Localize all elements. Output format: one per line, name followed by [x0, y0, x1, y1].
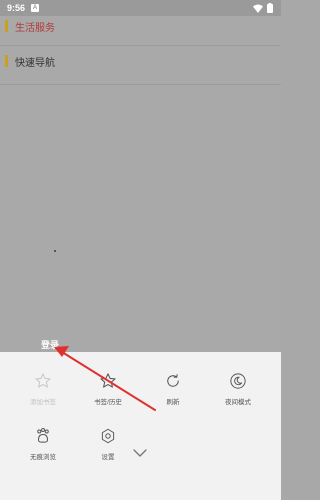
- night-mode-button[interactable]: 夜间模式: [208, 372, 268, 406]
- add-bookmark-label: 添加书签: [30, 399, 56, 406]
- section-label: 快速导航: [15, 57, 55, 69]
- browser-menu-sheet: 添加书签 书签/历史 刷新 夜间模式 无痕浏览 设置: [0, 352, 281, 500]
- section-label: 生活服务: [15, 22, 55, 34]
- add-bookmark-button[interactable]: 添加书签: [13, 372, 73, 406]
- app-notification-icon: A: [31, 4, 40, 12]
- paw-icon: [37, 428, 49, 443]
- settings-button[interactable]: 设置: [78, 427, 138, 461]
- refresh-icon: [167, 374, 179, 387]
- star-outline-icon: [35, 373, 51, 388]
- section-life-services[interactable]: 生活服务: [0, 12, 281, 40]
- settings-label: 设置: [101, 454, 115, 461]
- chevron-down-icon[interactable]: [132, 448, 148, 458]
- incognito-label: 无痕浏览: [30, 454, 56, 461]
- hexagon-settings-icon: [101, 428, 115, 444]
- night-mode-label: 夜间模式: [225, 399, 251, 406]
- divider: [0, 45, 281, 46]
- login-button[interactable]: 登录: [41, 338, 59, 351]
- refresh-button[interactable]: 刷新: [143, 372, 203, 406]
- section-accent-bar: [5, 20, 8, 32]
- moon-icon: [230, 373, 246, 389]
- bookmarks-history-label: 书签/历史: [94, 399, 122, 406]
- section-accent-bar: [5, 55, 8, 67]
- star-icon: [100, 373, 116, 388]
- section-quick-nav[interactable]: 快速导航: [0, 47, 281, 75]
- dot-marker: [54, 250, 56, 252]
- incognito-button[interactable]: 无痕浏览: [13, 427, 73, 461]
- browser-screen: 9:56 A 生活服务 快速导航 登录 添加书签 书签/历史 刷新 夜间模式 无…: [0, 0, 281, 500]
- bookmarks-history-button[interactable]: 书签/历史: [78, 372, 138, 406]
- divider: [0, 84, 281, 85]
- refresh-label: 刷新: [166, 399, 180, 406]
